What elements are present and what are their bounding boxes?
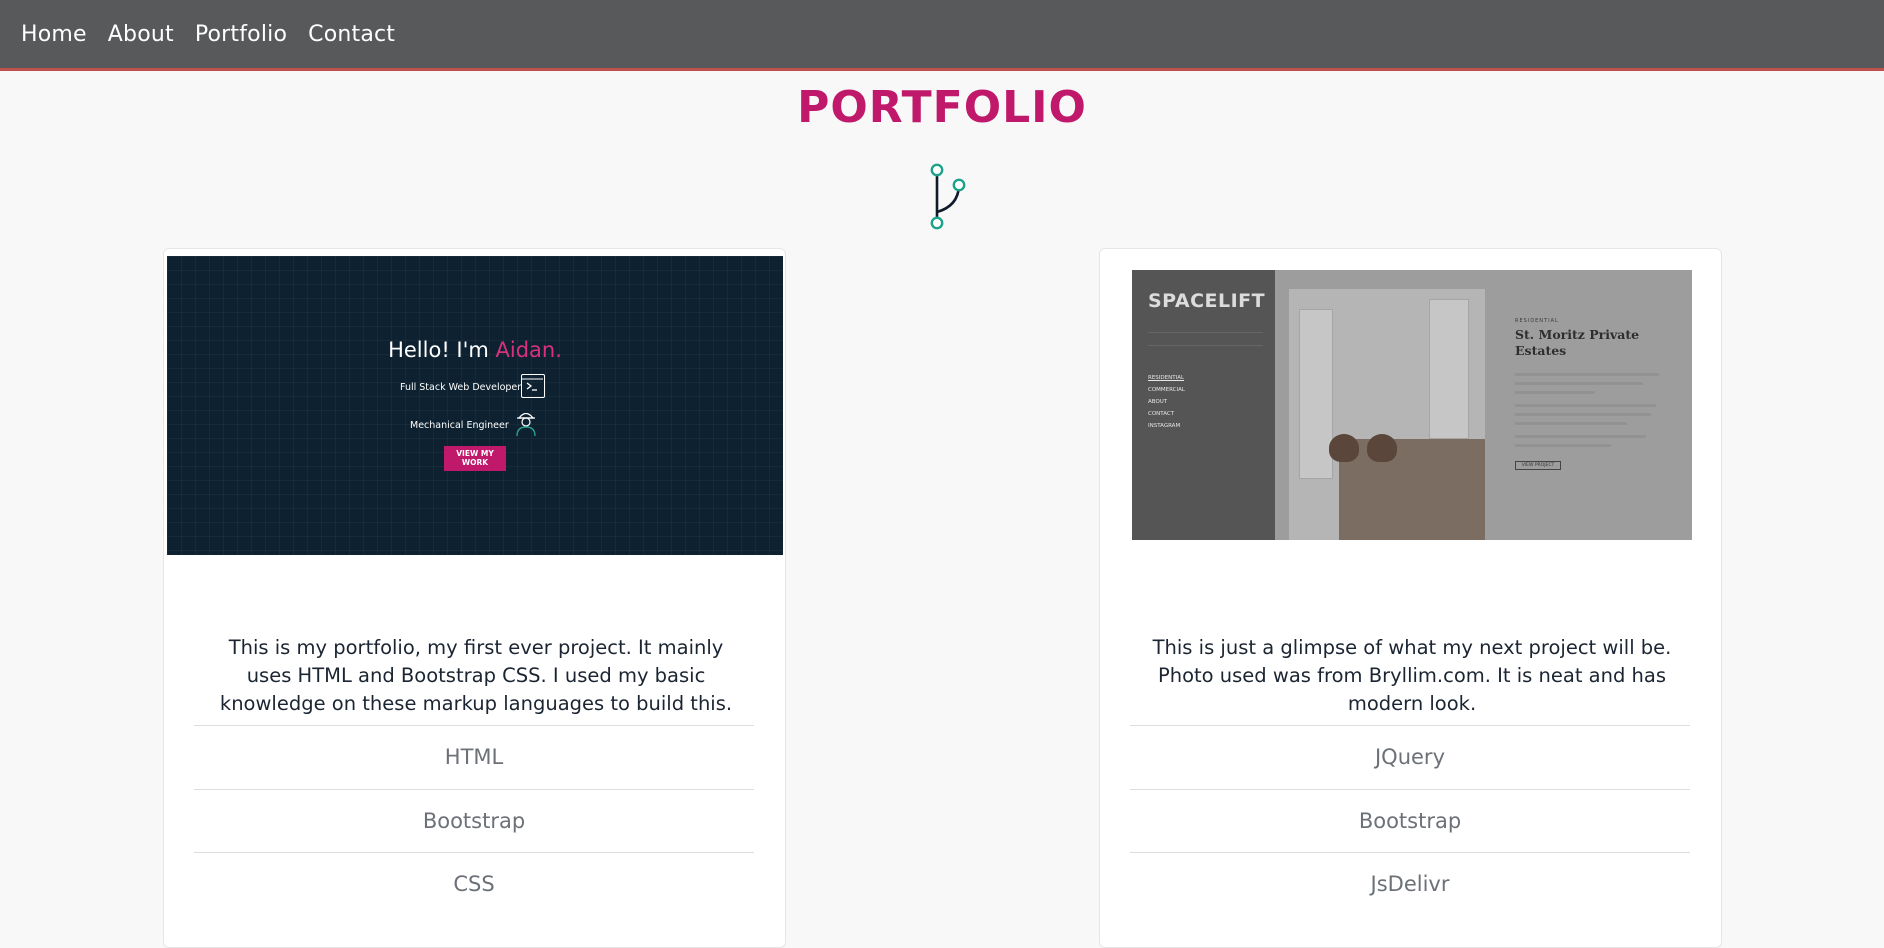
mock-sidebar: SPACELIFT RESIDENTIAL COMMERCIAL ABOUT C…	[1132, 270, 1275, 540]
mock-menu-item: COMMERCIAL	[1148, 387, 1185, 393]
greeting-text: Hello! I'm	[388, 338, 496, 362]
terminal-icon	[521, 374, 545, 398]
engineer-icon	[516, 412, 536, 437]
mock-text-lines	[1515, 373, 1675, 447]
door-shape	[1299, 309, 1333, 479]
nav-contact-link[interactable]: Contact	[308, 22, 395, 47]
role-text-engineer: Mechanical Engineer	[410, 420, 509, 431]
project-card-spacelift: SPACELIFT RESIDENTIAL COMMERCIAL ABOUT C…	[1099, 248, 1722, 948]
mock-menu: RESIDENTIAL COMMERCIAL ABOUT CONTACT INS…	[1148, 372, 1185, 432]
view-project-button[interactable]: VIEW PROJECT	[1515, 461, 1561, 470]
mock-title: St. Moritz Private Estates	[1515, 327, 1640, 358]
view-my-work-button[interactable]: VIEW MY WORK	[444, 446, 506, 471]
nav-home-link[interactable]: Home	[21, 22, 87, 47]
spacelift-logo: SPACELIFT	[1148, 290, 1266, 312]
tech-item: JQuery	[1130, 725, 1690, 789]
mock-menu-item: RESIDENTIAL	[1148, 375, 1185, 381]
nav-about-link[interactable]: About	[108, 22, 174, 47]
mock-menu-item: INSTAGRAM	[1148, 423, 1181, 429]
project-description: This is just a glimpse of what my next p…	[1152, 635, 1672, 715]
project-screenshot-spacelift[interactable]: SPACELIFT RESIDENTIAL COMMERCIAL ABOUT C…	[1132, 270, 1692, 540]
project-card-portfolio: Hello! I'm Aidan. Full Stack Web Develop…	[163, 248, 786, 948]
page-title: PORTFOLIO	[797, 82, 1087, 133]
tech-item: Bootstrap	[1130, 788, 1690, 853]
project-screenshot-portfolio[interactable]: Hello! I'm Aidan. Full Stack Web Develop…	[167, 256, 783, 555]
tech-item: CSS	[194, 852, 754, 916]
tech-item: JsDelivr	[1130, 852, 1690, 916]
tech-item: HTML	[194, 725, 754, 789]
greeting-name: Aidan.	[495, 338, 562, 362]
door-shape	[1429, 299, 1469, 439]
nav-portfolio-link[interactable]: Portfolio	[195, 22, 287, 47]
project-description: This is my portfolio, my first ever proj…	[219, 635, 733, 715]
mock-project-text: RESIDENTIAL St. Moritz Private Estates V…	[1515, 318, 1675, 470]
top-navbar: Home About Portfolio Contact	[0, 0, 1884, 71]
tech-list: HTML Bootstrap CSS	[194, 725, 754, 916]
mock-kicker: RESIDENTIAL	[1515, 318, 1559, 324]
interior-photo	[1289, 289, 1485, 540]
grid-background	[167, 256, 783, 555]
git-branch-icon	[930, 163, 966, 230]
screenshot-greeting: Hello! I'm Aidan.	[167, 338, 783, 362]
kitchen-counter	[1339, 439, 1485, 540]
mock-menu-item: CONTACT	[1148, 411, 1175, 417]
stool-shape	[1329, 434, 1359, 462]
tech-item: Bootstrap	[194, 788, 754, 853]
tech-list: JQuery Bootstrap JsDelivr	[1130, 725, 1690, 916]
stool-shape	[1367, 434, 1397, 462]
tagline-placeholder	[1148, 332, 1263, 346]
mock-menu-item: ABOUT	[1148, 399, 1168, 405]
role-text-developer: Full Stack Web Developer	[400, 382, 522, 393]
